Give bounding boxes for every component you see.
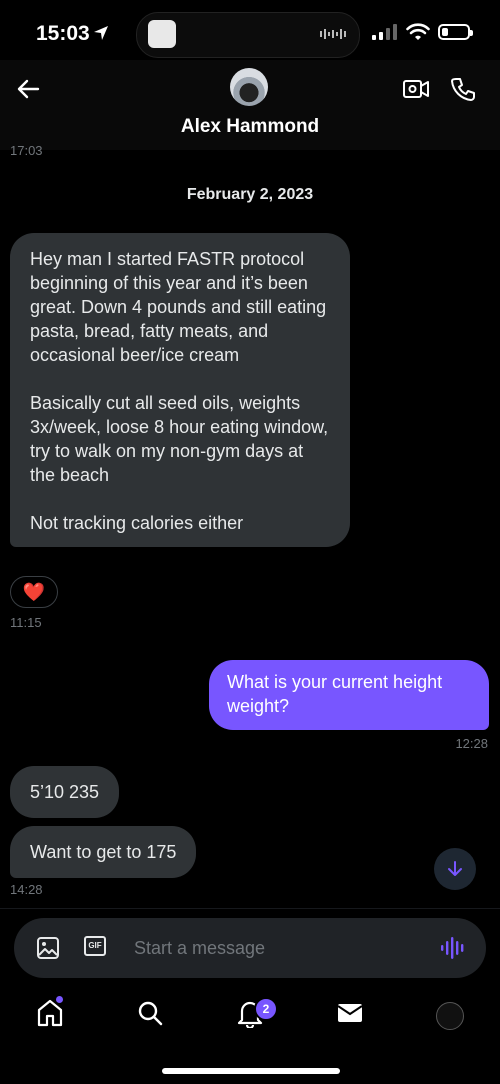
date-separator: February 2, 2023 [186,186,314,203]
message-timestamp: 14:28 [10,882,43,897]
message-paragraph: Hey man I started FASTR protocol beginni… [30,249,327,365]
contact-avatar[interactable] [230,68,268,106]
message-paragraph: Basically cut all seed oils, weights 3x/… [30,393,329,485]
live-activity-app-icon [148,20,176,48]
audio-wave-icon [320,29,346,39]
incoming-message-bubble[interactable]: 5’10 235 [10,766,120,818]
home-unread-dot [56,996,63,1003]
home-indicator [162,1068,340,1074]
message-input[interactable] [134,936,424,960]
message-text: Want to get to 175 [30,842,177,862]
message-timestamp: 12:28 [455,736,488,751]
outgoing-message-bubble[interactable]: What is your current height weight? [209,660,489,730]
cellular-signal-icon [372,24,397,40]
incoming-message-bubble[interactable]: Hey man I started FASTR protocol beginni… [10,233,350,547]
heart-icon: ❤️ [22,581,46,602]
arrow-down-icon [448,861,462,876]
phone-call-icon[interactable] [450,76,476,102]
contact-name[interactable]: Alex Hammond [0,116,500,138]
notification-count-badge: 2 [254,997,278,1021]
video-call-icon[interactable] [402,76,430,102]
message-paragraph: Not tracking calories either [30,513,244,533]
back-arrow-icon[interactable] [16,76,42,102]
image-icon[interactable] [36,936,60,960]
gif-icon[interactable]: GIF [84,936,106,956]
scroll-to-bottom-button[interactable] [434,848,476,890]
message-timestamp: 11:15 [10,615,42,630]
message-timestamp: 17:03 [10,143,43,158]
message-text: 5’10 235 [30,782,100,802]
battery-icon [438,24,473,40]
voice-message-icon[interactable] [440,936,466,960]
wifi-icon [406,23,430,40]
composer-divider [0,908,500,909]
location-arrow-icon [94,26,108,40]
incoming-message-bubble[interactable]: Want to get to 175 [10,826,197,878]
search-icon[interactable] [136,998,164,1028]
heart-reaction[interactable]: ❤️ [10,576,58,608]
profile-avatar[interactable] [436,1002,464,1030]
message-text: What is your current height weight? [227,672,443,716]
messages-envelope-icon[interactable] [336,998,364,1028]
status-time: 15:03 [36,22,90,45]
